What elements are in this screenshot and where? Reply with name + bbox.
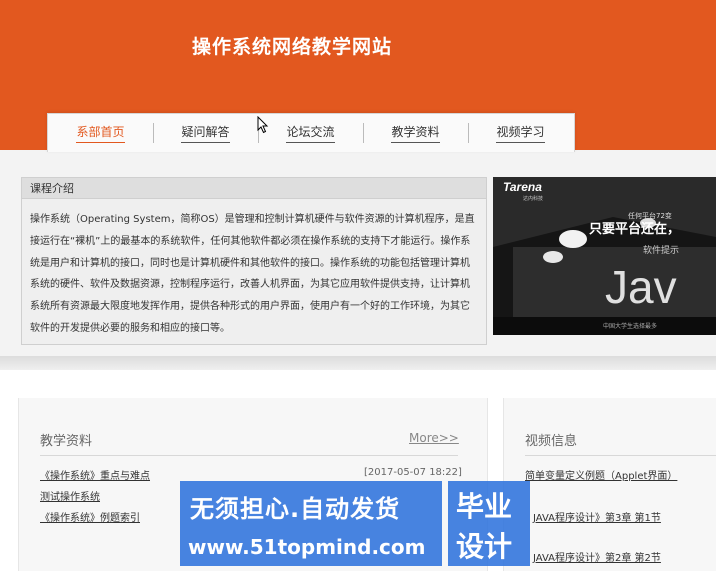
material-date: [2017-05-07 18:22]	[364, 467, 462, 478]
material-item[interactable]: 《操作系统》例题索引	[40, 509, 140, 524]
materials-divider	[40, 455, 458, 456]
banner-brand-sub: 达内科技	[523, 195, 543, 202]
materials-more-link[interactable]: More>>	[409, 431, 459, 445]
banner-line1: 任何平台72变	[628, 211, 672, 220]
watermark-tag-top: 毕业	[456, 490, 513, 523]
material-item[interactable]: 测试操作系统	[40, 488, 100, 503]
banner-brand: Tarena	[503, 180, 542, 194]
banner-footer: 中国大学生选择最多	[603, 322, 657, 330]
watermark-right-block: 毕业 设计	[448, 481, 530, 566]
mouse-cursor-icon	[257, 116, 269, 134]
nav-item-qa[interactable]: 疑问解答	[153, 114, 258, 152]
course-intro-title: 课程介绍	[22, 178, 486, 199]
videos-title: 视频信息	[525, 434, 578, 449]
watermark-left-block: 无须担心.自动发货 www.51topmind.com	[180, 481, 442, 566]
course-intro-text: 操作系统（Operating System，简称OS）是管理和控制计算机硬件与软…	[30, 214, 475, 334]
main-nav: 系部首页 疑问解答 论坛交流 教学资料 视频学习	[47, 113, 575, 152]
nav-item-label[interactable]: 论坛交流	[286, 123, 335, 143]
watermark-overlay: 无须担心.自动发货 www.51topmind.com 毕业 设计	[180, 481, 530, 566]
material-item[interactable]: 《操作系统》重点与难点	[40, 467, 150, 482]
video-item[interactable]: JAVA程序设计》第2章 第2节	[533, 549, 661, 564]
watermark-url: www.51topmind.com	[188, 535, 426, 559]
banner-big-text: Jav	[605, 261, 677, 313]
nav-item-forum[interactable]: 论坛交流	[258, 114, 363, 152]
materials-title: 教学资料	[40, 434, 93, 449]
nav-item-home[interactable]: 系部首页	[48, 114, 153, 152]
promo-banner[interactable]: Tarena 达内科技 任何平台72变 只要平台还在， 软件提示 Jav 中国大…	[493, 177, 716, 335]
watermark-slogan: 无须担心.自动发货	[190, 495, 401, 523]
nav-item-label[interactable]: 视频学习	[496, 123, 545, 143]
nav-item-label[interactable]: 教学资料	[391, 123, 440, 143]
videos-divider	[525, 455, 716, 456]
course-intro-panel: 课程介绍 操作系统（Operating System，简称OS）是管理和控制计算…	[21, 177, 487, 345]
site-title: 操作系统网络教学网站	[192, 36, 393, 58]
video-item[interactable]: 简单变量定义例题（Applet界面）	[525, 467, 677, 482]
nav-item-label[interactable]: 系部首页	[76, 123, 125, 143]
watermark-tag-bottom: 设计	[456, 530, 513, 563]
nav-item-label[interactable]: 疑问解答	[181, 123, 230, 143]
videos-column	[503, 398, 716, 571]
nav-item-materials[interactable]: 教学资料	[363, 114, 468, 152]
banner-line3: 软件提示	[643, 244, 679, 256]
promo-banner-art: Tarena 达内科技 任何平台72变 只要平台还在， 软件提示 Jav 中国大…	[493, 177, 716, 335]
video-item[interactable]: JAVA程序设计》第3章 第1节	[533, 509, 661, 524]
nav-item-videos[interactable]: 视频学习	[468, 114, 573, 152]
banner-line2: 只要平台还在，	[589, 221, 680, 237]
